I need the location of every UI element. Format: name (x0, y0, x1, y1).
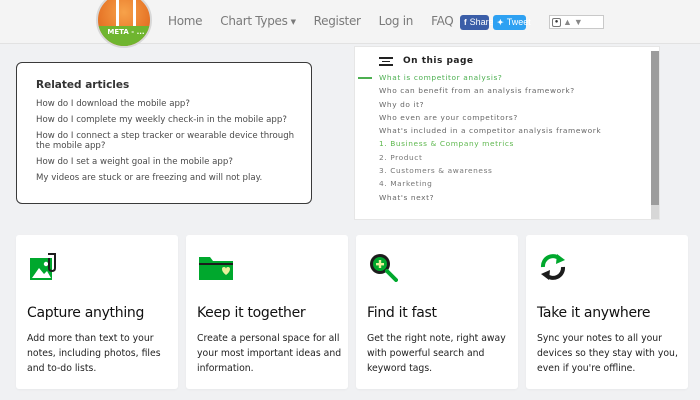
related-article-link[interactable]: How do I set a weight goal in the mobile… (36, 157, 302, 167)
sync-arrows-icon (540, 254, 566, 280)
nav-faq[interactable]: FAQ (431, 14, 454, 28)
top-navigation-bar: META - ... Home Chart Types ▼ Register Lo… (0, 0, 700, 48)
nav-home[interactable]: Home (168, 14, 203, 28)
tweet-button[interactable]: ✦ Tweet (493, 15, 531, 30)
site-logo[interactable]: META - ... (96, 0, 152, 48)
nav-register[interactable]: Register (314, 14, 361, 28)
toc-item[interactable]: Why do it? (355, 100, 615, 109)
main-nav: Home Chart Types ▼ Register Log in FAQ (168, 14, 471, 28)
related-article-link[interactable]: How do I download the mobile app? (36, 99, 302, 109)
related-articles-title: Related articles (36, 79, 130, 91)
share-label: Share (469, 17, 494, 27)
reddit-icon: ● (552, 17, 561, 27)
related-articles-list: How do I download the mobile app? How do… (36, 99, 311, 183)
feature-title: Keep it together (197, 305, 306, 321)
folder-heart-icon (199, 257, 233, 280)
vote-widget[interactable]: ● ▲ ▼ (549, 15, 604, 29)
toc-item[interactable]: Who can benefit from an analysis framewo… (355, 87, 615, 95)
toc-subitem[interactable]: 4. Marketing (355, 180, 615, 188)
nav-chart-types[interactable]: Chart Types ▼ (220, 14, 296, 28)
logo-text: META - ... (107, 28, 145, 36)
feature-description: Sync your notes to all your devices so t… (537, 333, 678, 374)
related-article-link[interactable]: How do I complete my weekly check-in in … (36, 115, 302, 125)
caret-down-icon: ▼ (290, 17, 296, 26)
toc-header: On this page (379, 56, 474, 66)
toc-subitem[interactable]: 2. Product (355, 153, 615, 162)
toc-subitem[interactable]: 3. Customers & awareness (355, 167, 615, 175)
toc-scrollbar[interactable] (651, 51, 659, 219)
toc-item[interactable]: What's next? (355, 193, 615, 202)
facebook-share-button[interactable]: f Share (460, 15, 494, 30)
related-articles-panel: Related articles How do I download the m… (16, 62, 312, 204)
upvote-icon[interactable]: ▲ (563, 17, 572, 27)
nav-chart-types-label: Chart Types (220, 14, 288, 28)
feature-description: Add more than text to your notes, includ… (27, 333, 161, 374)
toc-item[interactable]: What's included in a competitor analysis… (355, 127, 615, 135)
feature-card-take: Take it anywhere Sync your notes to all … (526, 235, 688, 389)
related-article-link[interactable]: My videos are stuck or are freezing and … (36, 173, 302, 183)
feature-title: Find it fast (367, 305, 437, 321)
feature-card-find: Find it fast Get the right note, right a… (356, 235, 518, 389)
related-article-link[interactable]: How do I connect a step tracker or weara… (36, 131, 302, 151)
toc-list: What is competitor analysis? Who can ben… (355, 74, 645, 207)
feature-description: Create a personal space for all your mos… (197, 333, 342, 374)
nav-login[interactable]: Log in (379, 14, 414, 28)
twitter-bird-icon: ✦ (497, 18, 504, 27)
feature-title: Capture anything (27, 305, 145, 321)
list-icon (379, 56, 393, 66)
toc-subitem[interactable]: 1. Business & Company metrics (355, 140, 615, 148)
facebook-icon: f (464, 18, 467, 27)
toc-item[interactable]: Who even are your competitors? (355, 113, 615, 122)
toc-item[interactable]: What is competitor analysis? (355, 74, 615, 82)
toc-title: On this page (403, 56, 474, 66)
photo-clip-icon (30, 253, 56, 280)
feature-card-keep: Keep it together Create a personal space… (186, 235, 348, 389)
search-plus-icon (370, 254, 398, 282)
tweet-label: Tweet (506, 17, 531, 27)
on-this-page-panel: On this page What is competitor analysis… (354, 46, 660, 220)
feature-description: Get the right note, right away with powe… (367, 333, 506, 374)
logo-graphic (116, 0, 136, 26)
feature-title: Take it anywhere (537, 305, 651, 321)
feature-card-capture: Capture anything Add more than text to y… (16, 235, 178, 389)
downvote-icon[interactable]: ▼ (574, 17, 583, 27)
